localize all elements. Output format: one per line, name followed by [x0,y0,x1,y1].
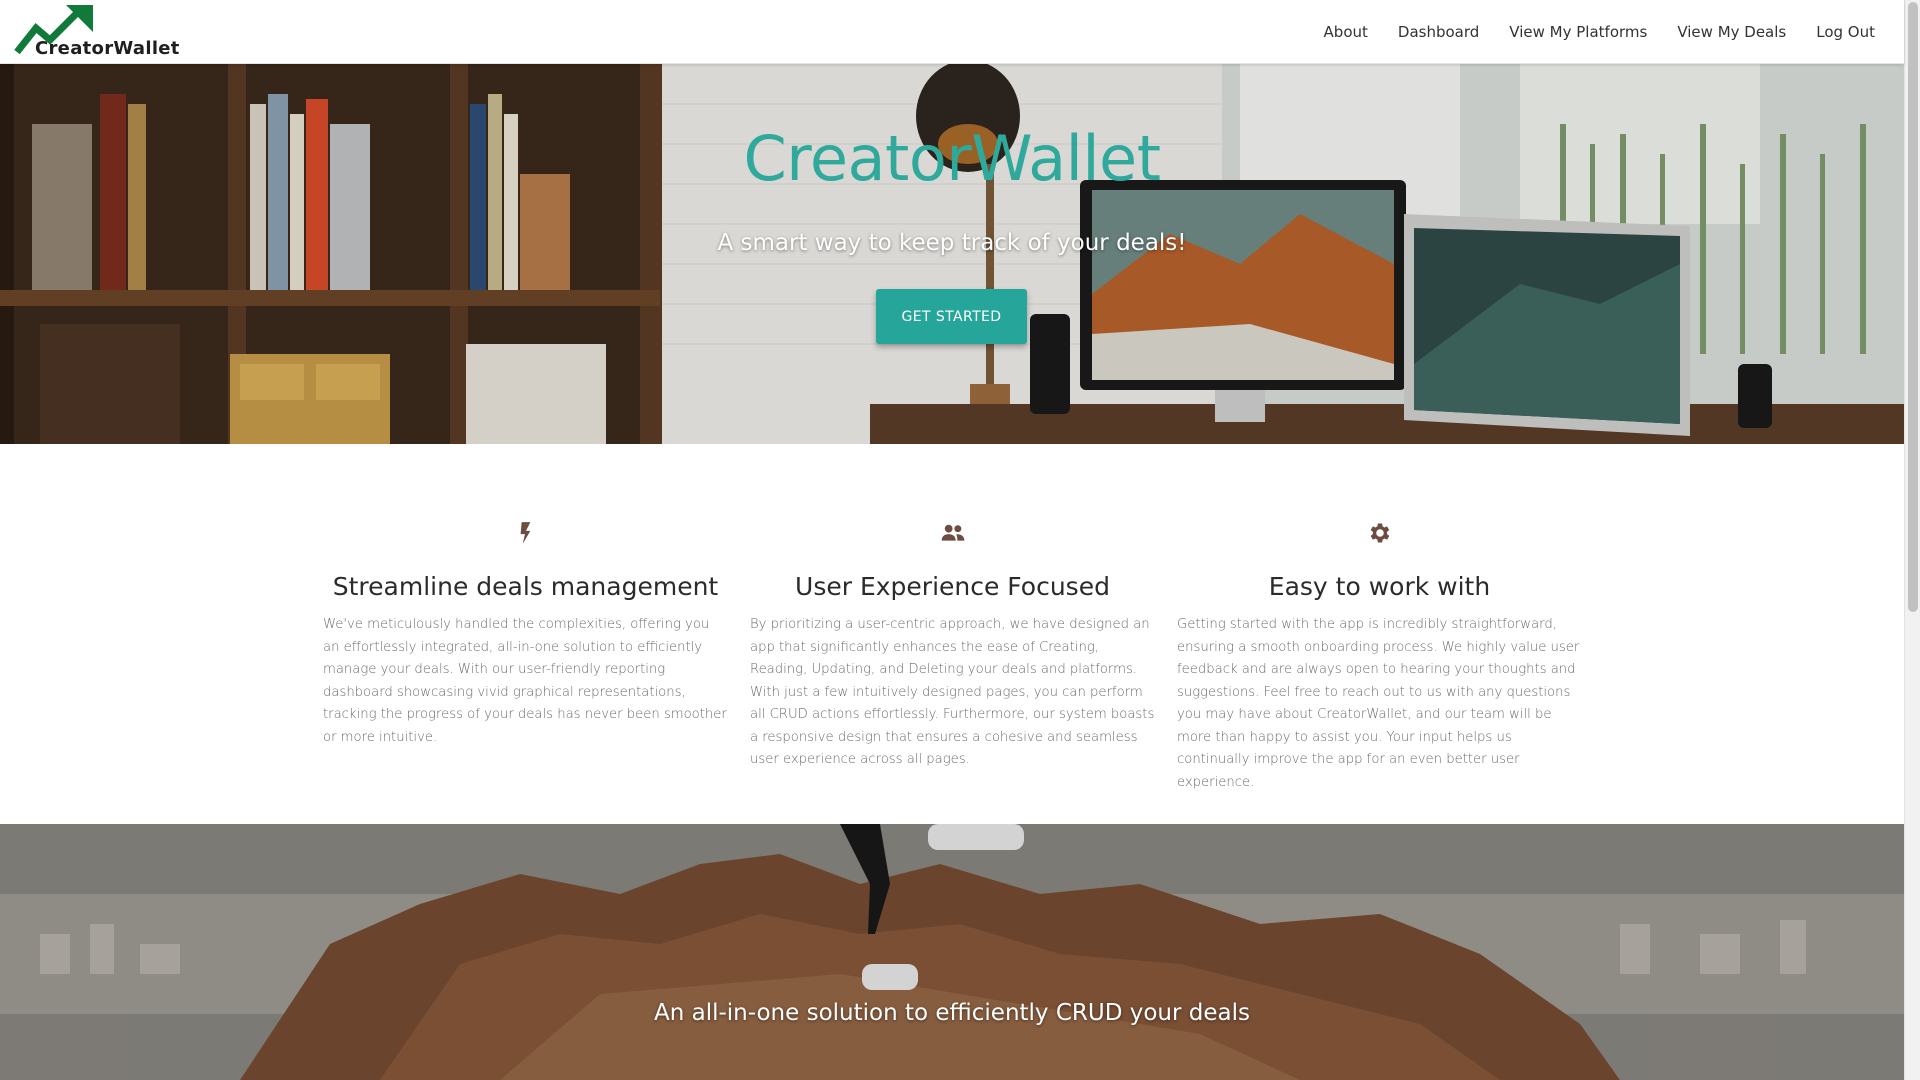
feature-title: User Experience Focused [795,572,1110,601]
feature-card-user-experience: User Experience Focused By prioritizing … [750,520,1155,772]
nav-link-view-my-platforms[interactable]: View My Platforms [1494,23,1662,41]
page-scrollbar[interactable] [1904,0,1920,1080]
feature-title: Easy to work with [1268,572,1491,601]
nav-link-log-out[interactable]: Log Out [1801,23,1890,41]
hero-section: CreatorWallet A smart way to keep track … [0,64,1904,444]
feature-title: Streamline deals management [332,572,719,601]
nav-link-view-my-deals[interactable]: View My Deals [1662,23,1801,41]
scrollbar-thumb[interactable] [1908,2,1918,612]
brand-name: CreatorWallet [35,38,180,59]
feature-description: Getting started with the app is incredib… [1177,617,1580,790]
flash-icon [520,522,530,544]
hero-subtitle: A smart way to keep track of your deals! [717,230,1187,256]
group-icon [941,524,964,541]
parallax-caption: An all-in-one solution to efficiently CR… [653,1000,1250,1026]
brand-logo[interactable]: CreatorWallet [14,2,179,60]
navbar: CreatorWallet About Dashboard View My Pl… [0,0,1904,64]
parallax-section: An all-in-one solution to efficiently CR… [0,824,1904,1080]
feature-description: We've meticulously handled the complexit… [323,617,727,745]
features-section: Streamline deals management We've meticu… [0,444,1904,824]
nav-link-about[interactable]: About [1309,23,1383,41]
feature-card-easy-to-work: Easy to work with Getting started with t… [1177,520,1582,794]
nav-links: About Dashboard View My Platforms View M… [1309,0,1890,64]
feature-card-streamline: Streamline deals management We've meticu… [323,520,728,749]
parallax-background-image [0,824,1904,1080]
hero-title: CreatorWallet [743,122,1161,195]
page: CreatorWallet About Dashboard View My Pl… [0,0,1920,1080]
get-started-button[interactable]: GET STARTED [876,289,1027,344]
feature-description: By prioritizing a user-centric approach,… [750,617,1155,767]
settings-icon [1370,523,1389,543]
nav-link-dashboard[interactable]: Dashboard [1383,23,1494,41]
